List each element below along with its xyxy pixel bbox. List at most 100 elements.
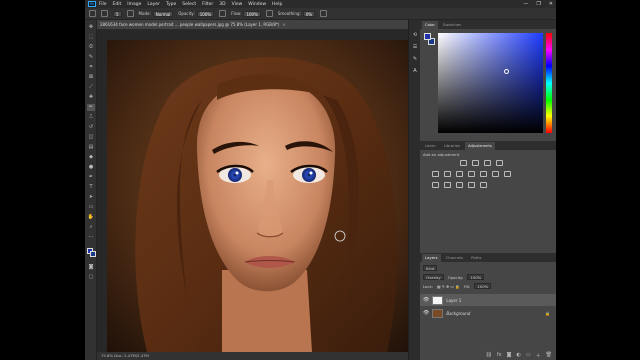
new-adjustment-icon[interactable]: ◐ xyxy=(517,352,521,360)
brush-tool-preset-icon[interactable] xyxy=(101,10,108,17)
menu-edit[interactable]: Edit xyxy=(113,2,122,7)
healing-brush-tool-icon[interactable]: ✚ xyxy=(87,94,95,101)
layer-style-icon[interactable]: fx xyxy=(497,352,502,360)
visibility-eye-icon[interactable]: 👁 xyxy=(423,310,429,316)
tab-layers[interactable]: Layers xyxy=(422,254,441,262)
document-tab[interactable]: 2861634 face women model portrait ... pe… xyxy=(97,20,408,30)
color-balance-icon[interactable] xyxy=(456,171,463,177)
menu-filter[interactable]: Filter xyxy=(202,2,213,7)
properties-panel-icon[interactable]: ☰ xyxy=(411,44,419,51)
photo-filter-icon[interactable] xyxy=(480,171,487,177)
threshold-icon[interactable] xyxy=(456,182,463,188)
tab-libraries[interactable]: Libraries xyxy=(441,142,463,150)
blur-tool-icon[interactable]: ◆ xyxy=(87,154,95,161)
brush-tool-icon[interactable]: ✏ xyxy=(87,104,95,111)
menu-select[interactable]: Select xyxy=(182,2,196,7)
menu-type[interactable]: Type xyxy=(166,2,176,7)
layer-filter-kind[interactable]: Kind xyxy=(423,265,438,271)
close-button[interactable]: ✕ xyxy=(549,0,553,8)
menu-view[interactable]: View xyxy=(232,2,243,7)
gradient-map-icon[interactable] xyxy=(480,182,487,188)
path-selection-tool-icon[interactable]: ➤ xyxy=(87,194,95,201)
posterize-icon[interactable] xyxy=(444,182,451,188)
airbrush-icon[interactable] xyxy=(265,10,273,17)
tab-channels[interactable]: Channels xyxy=(443,254,467,262)
color-picker-handle[interactable] xyxy=(504,69,509,74)
visibility-eye-icon[interactable]: 👁 xyxy=(423,297,429,303)
black-white-icon[interactable] xyxy=(468,171,475,177)
background-color-swatch[interactable] xyxy=(90,251,96,257)
flow-input[interactable]: 100% xyxy=(243,10,261,17)
close-document-icon[interactable]: × xyxy=(282,22,285,27)
shape-tool-icon[interactable]: ▭ xyxy=(87,204,95,211)
gradient-tool-icon[interactable]: ▤ xyxy=(87,144,95,151)
invert-icon[interactable] xyxy=(432,182,439,188)
exposure-icon[interactable] xyxy=(496,160,503,166)
home-icon[interactable] xyxy=(89,10,96,17)
history-panel-icon[interactable]: ⟲ xyxy=(411,32,419,39)
menu-window[interactable]: Window xyxy=(248,2,266,7)
tab-color[interactable]: Color xyxy=(422,21,438,29)
menu-layer[interactable]: Layer xyxy=(147,2,160,7)
curves-icon[interactable] xyxy=(484,160,491,166)
pressure-opacity-icon[interactable] xyxy=(219,10,227,17)
brush-panel-icon[interactable]: ✎ xyxy=(411,56,419,63)
channel-mixer-icon[interactable] xyxy=(492,171,499,177)
history-brush-tool-icon[interactable]: ↺ xyxy=(87,124,95,131)
new-group-icon[interactable]: ▭ xyxy=(526,352,531,360)
fill-input[interactable]: 100% xyxy=(474,283,492,289)
blend-mode-select[interactable]: Overlay xyxy=(423,274,444,280)
lasso-tool-icon[interactable]: ᘓ xyxy=(87,44,95,51)
panel-foreground-swatch[interactable] xyxy=(424,33,431,40)
hue-saturation-icon[interactable] xyxy=(444,171,451,177)
new-layer-icon[interactable]: ＋ xyxy=(536,352,541,360)
layer-row-layer-1[interactable]: 👁 Layer 1 xyxy=(420,294,556,306)
tab-adjustments[interactable]: Adjustments xyxy=(465,142,495,150)
selective-color-icon[interactable] xyxy=(468,182,475,188)
delete-layer-icon[interactable]: 🗑 xyxy=(546,352,552,360)
levels-icon[interactable] xyxy=(472,160,479,166)
smoothing-input[interactable]: 0% xyxy=(302,10,316,17)
menu-3d[interactable]: 3D xyxy=(219,2,225,7)
dodge-tool-icon[interactable]: ● xyxy=(87,164,95,171)
eraser-tool-icon[interactable]: ◫ xyxy=(87,134,95,141)
layer-row-background[interactable]: 👁 Background 🔒 xyxy=(420,307,556,319)
minimize-button[interactable]: — xyxy=(523,0,528,8)
hue-slider[interactable] xyxy=(546,33,552,133)
mode-select[interactable]: Normal xyxy=(152,10,174,17)
portrait-photo[interactable] xyxy=(107,40,408,352)
marquee-tool-icon[interactable]: ⬚ xyxy=(87,34,95,41)
brush-size-picker[interactable]: 5 xyxy=(113,10,122,17)
restore-button[interactable]: ❐ xyxy=(536,0,540,8)
quick-mask-icon[interactable]: ◙ xyxy=(87,264,95,271)
smoothing-settings-icon[interactable] xyxy=(320,10,328,17)
link-layers-icon[interactable]: ⛓ xyxy=(486,352,492,360)
tab-paths[interactable]: Paths xyxy=(468,254,484,262)
vibrance-icon[interactable] xyxy=(432,171,439,177)
layer-opacity-input[interactable]: 100% xyxy=(467,274,485,280)
frame-tool-icon[interactable]: ⊠ xyxy=(87,74,95,81)
menu-image[interactable]: Image xyxy=(127,2,141,7)
type-tool-icon[interactable]: T xyxy=(87,184,95,191)
color-field[interactable] xyxy=(438,33,543,133)
brightness-contrast-icon[interactable] xyxy=(460,160,467,166)
eyedropper-tool-icon[interactable]: ⟋ xyxy=(87,84,95,91)
add-mask-icon[interactable]: ◙ xyxy=(507,352,512,360)
tab-learn[interactable]: Learn xyxy=(422,142,439,150)
more-tools-icon[interactable]: ⋯ xyxy=(87,234,95,241)
pen-tool-icon[interactable]: ✒ xyxy=(87,174,95,181)
crop-tool-icon[interactable]: ⌗ xyxy=(87,64,95,71)
hand-tool-icon[interactable]: ✋ xyxy=(87,214,95,221)
screen-mode-icon[interactable]: ▢ xyxy=(87,274,95,281)
clone-stamp-tool-icon[interactable]: ⎍ xyxy=(87,114,95,121)
color-lookup-icon[interactable] xyxy=(504,171,511,177)
quick-select-tool-icon[interactable]: ✎ xyxy=(87,54,95,61)
menu-file[interactable]: File xyxy=(99,2,107,7)
move-tool-icon[interactable]: ✥ xyxy=(87,24,95,31)
brush-settings-icon[interactable] xyxy=(126,10,134,17)
character-panel-icon[interactable]: A xyxy=(411,68,419,75)
canvas-area[interactable] xyxy=(97,30,408,352)
tab-swatches[interactable]: Swatches xyxy=(440,21,464,29)
zoom-tool-icon[interactable]: ⌕ xyxy=(87,224,95,231)
menu-help[interactable]: Help xyxy=(272,2,282,7)
